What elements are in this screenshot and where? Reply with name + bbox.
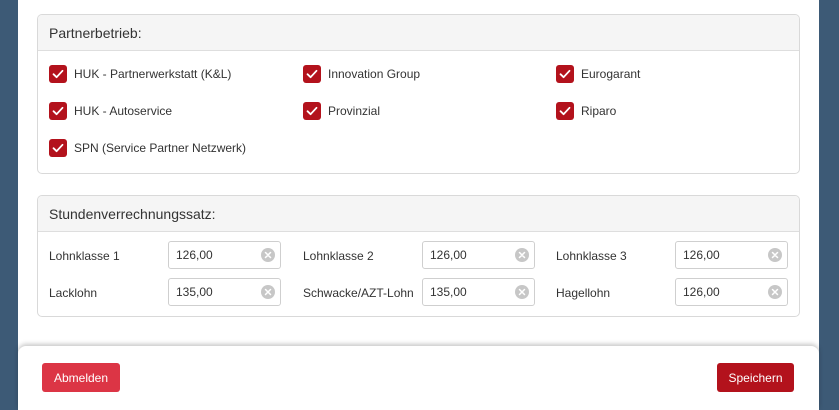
checkbox-checked-icon[interactable]	[556, 65, 574, 83]
hagellohn-field[interactable]	[675, 278, 788, 306]
save-button[interactable]: Speichern	[717, 363, 794, 392]
checkbox-provinzial[interactable]: Provinzial	[303, 102, 380, 120]
checkbox-label: HUK - Partnerwerkstatt (K&L)	[74, 67, 232, 81]
lohnklasse-1-input[interactable]	[169, 242, 251, 268]
lohnklasse-2-input[interactable]	[423, 242, 505, 268]
checkbox-huk-partnerwerkstatt[interactable]: HUK - Partnerwerkstatt (K&L)	[49, 65, 231, 83]
rates-panel-title: Stundenverrechnungssatz:	[38, 196, 799, 232]
checkbox-label: Innovation Group	[328, 67, 421, 81]
clear-icon[interactable]	[261, 248, 275, 262]
settings-modal: Partnerbetrieb: HUK - Partnerwerkstatt (…	[18, 0, 819, 410]
checkbox-checked-icon[interactable]	[303, 65, 321, 83]
schwacke-azt-lohn-input[interactable]	[423, 279, 505, 305]
checkbox-checked-icon[interactable]	[49, 139, 67, 157]
lohnklasse-3-label: Lohnklasse 3	[556, 249, 627, 263]
lohnklasse-2-label: Lohnklasse 2	[303, 249, 374, 263]
logout-button[interactable]: Abmelden	[42, 363, 120, 392]
hagellohn-input[interactable]	[676, 279, 758, 305]
lohnklasse-1-field[interactable]	[168, 241, 281, 269]
lacklohn-label: Lacklohn	[49, 286, 98, 300]
clear-icon[interactable]	[768, 248, 782, 262]
checkbox-checked-icon[interactable]	[49, 65, 67, 83]
lohnklasse-3-field[interactable]	[675, 241, 788, 269]
checkbox-riparo[interactable]: Riparo	[556, 102, 616, 120]
lohnklasse-2-field[interactable]	[422, 241, 535, 269]
clear-icon[interactable]	[768, 285, 782, 299]
rates-panel: Stundenverrechnungssatz: Lohnklasse 1 Lo…	[37, 195, 800, 317]
lohnklasse-1-label: Lohnklasse 1	[49, 249, 120, 263]
schwacke-azt-lohn-field[interactable]	[422, 278, 535, 306]
lacklohn-field[interactable]	[168, 278, 281, 306]
checkbox-eurogarant[interactable]: Eurogarant	[556, 65, 640, 83]
checkbox-label: Riparo	[581, 104, 617, 118]
checkbox-spn[interactable]: SPN (Service Partner Netzwerk)	[49, 139, 246, 157]
checkbox-label: HUK - Autoservice	[74, 104, 173, 118]
clear-icon[interactable]	[515, 248, 529, 262]
lohnklasse-3-input[interactable]	[676, 242, 758, 268]
checkbox-label: SPN (Service Partner Netzwerk)	[74, 141, 247, 155]
clear-icon[interactable]	[261, 285, 275, 299]
checkbox-huk-autoservice[interactable]: HUK - Autoservice	[49, 102, 172, 120]
checkbox-checked-icon[interactable]	[49, 102, 67, 120]
partner-panel-title: Partnerbetrieb:	[38, 15, 799, 51]
checkbox-checked-icon[interactable]	[556, 102, 574, 120]
checkbox-checked-icon[interactable]	[303, 102, 321, 120]
checkbox-label: Eurogarant	[581, 67, 641, 81]
modal-footer: Abmelden Speichern	[18, 346, 819, 410]
partner-panel: Partnerbetrieb: HUK - Partnerwerkstatt (…	[37, 14, 800, 174]
checkbox-innovation-group[interactable]: Innovation Group	[303, 65, 420, 83]
hagellohn-label: Hagellohn	[556, 286, 611, 300]
clear-icon[interactable]	[515, 285, 529, 299]
lacklohn-input[interactable]	[169, 279, 251, 305]
checkbox-label: Provinzial	[328, 104, 381, 118]
schwacke-azt-lohn-label: Schwacke/AZT-Lohn	[303, 286, 414, 300]
